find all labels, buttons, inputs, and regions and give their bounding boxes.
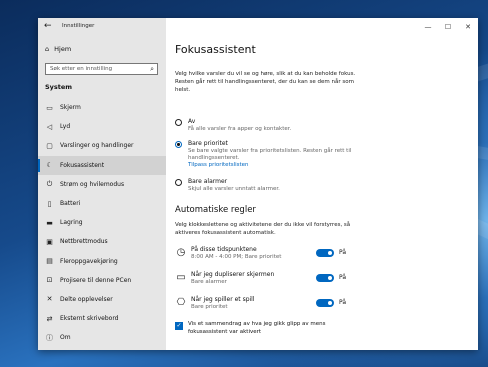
- rules-heading: Automatiske regler: [175, 205, 256, 215]
- toggle-state: På: [339, 274, 347, 281]
- sidebar-item-lagring[interactable]: ▬ Lagring: [38, 213, 166, 232]
- search-input[interactable]: Søk etter en innstilling ⌕: [45, 63, 158, 75]
- sidebar-item-projisere[interactable]: ⊡ Projisere til denne PCen: [38, 271, 166, 290]
- sidebar-item-label: Om: [60, 334, 71, 342]
- notification-icon: ▢: [46, 141, 53, 150]
- rule-subtitle: 8:00 AM - 4:00 PM; Bare prioritet: [191, 254, 282, 260]
- sidebar-item-eksternt[interactable]: ⇄ Eksternt skrivebord: [38, 309, 166, 328]
- search-placeholder: Søk etter en innstilling: [50, 66, 113, 72]
- rule-title: Når jeg spiller et spill: [191, 296, 255, 303]
- title-bar: ← Innstillinger: [38, 18, 166, 38]
- back-arrow-icon[interactable]: ←: [44, 21, 52, 31]
- radio-bare-alarmer[interactable]: Bare alarmer Skjul alle varsler unntatt …: [175, 178, 363, 193]
- sidebar-item-label: Delte opplevelser: [60, 295, 113, 303]
- summary-checkbox[interactable]: ✓: [175, 322, 183, 330]
- power-icon: ⏻: [46, 179, 53, 188]
- maximize-icon[interactable]: ☐: [438, 18, 458, 36]
- radio-title: Bare alarmer: [188, 178, 228, 185]
- monitor-icon: ▭: [46, 103, 53, 112]
- multitask-icon: ▤: [46, 257, 53, 266]
- sidebar-item-lyd[interactable]: ◁ Lyd: [38, 117, 166, 136]
- sidebar-item-om[interactable]: ⓘ Om: [38, 328, 166, 347]
- sidebar-item-label: Batteri: [60, 200, 81, 208]
- radio-description: Få alle varsler fra apper og kontakter.: [188, 126, 292, 132]
- app-title: Innstillinger: [62, 23, 95, 29]
- sidebar-item-label: Fokusassistent: [60, 161, 105, 169]
- summary-checkbox-label: Vis et sammendrag av hva jeg gikk glipp …: [188, 321, 326, 335]
- sidebar-item-fokusassistent[interactable]: ☾ Fokusassistent: [38, 155, 166, 175]
- rules-intro: Velg klokkeslettene og aktivitetene der …: [175, 222, 351, 236]
- share-icon: ✕: [46, 295, 53, 304]
- radio-button-selected[interactable]: [175, 141, 182, 148]
- sidebar-item-varslinger[interactable]: ▢ Varslinger og handlinger: [38, 136, 166, 155]
- sidebar-item-label: Eksternt skrivebord: [60, 315, 119, 323]
- summary-checkbox-row[interactable]: ✓ Vis et sammendrag av hva jeg gikk glip…: [175, 321, 358, 337]
- radio-button[interactable]: [175, 179, 182, 186]
- rule-title: På disse tidspunktene: [191, 246, 257, 253]
- sidebar-item-skjerm[interactable]: ▭ Skjerm: [38, 98, 166, 117]
- storage-icon: ▬: [46, 218, 53, 227]
- sidebar-item-label: Nettbrettmodus: [60, 238, 108, 246]
- project-icon: ⊡: [46, 276, 53, 285]
- main-content: — ☐ ✕ Fokusassistent Velg hvilke varsler…: [166, 18, 478, 350]
- rule-toggle[interactable]: [316, 274, 334, 282]
- sidebar-item-label: Fleroppgavekjøring: [60, 257, 118, 265]
- sidebar: ← Innstillinger ⌂ Hjem Søk etter en inns…: [38, 18, 166, 350]
- rule-subtitle: Bare prioritet: [191, 304, 228, 310]
- toggle-state: På: [339, 249, 347, 256]
- radio-bare-prioritet[interactable]: Bare prioritet Se bare valgte varsler fr…: [175, 140, 363, 170]
- sidebar-item-label: Strøm og hvilemodus: [60, 180, 125, 188]
- battery-icon: ▯: [47, 199, 52, 208]
- sidebar-item-fleroppgave[interactable]: ▤ Fleroppgavekjøring: [38, 252, 166, 271]
- toggle-state: På: [339, 299, 347, 306]
- gamepad-icon: ⎔: [176, 297, 186, 308]
- rule-time[interactable]: ◷ På disse tidspunktene 8:00 AM - 4:00 P…: [175, 246, 355, 268]
- remote-icon: ⇄: [46, 314, 53, 323]
- home-link[interactable]: ⌂ Hjem: [45, 43, 71, 55]
- radio-title: Bare prioritet: [188, 140, 228, 147]
- speaker-icon: ◁: [46, 122, 53, 131]
- sidebar-item-delte[interactable]: ✕ Delte opplevelser: [38, 290, 166, 309]
- radio-description: Skjul alle varsler unntatt alarmer.: [188, 186, 280, 192]
- page-title: Fokusassistent: [175, 43, 256, 56]
- rule-subtitle: Bare alarmer: [191, 279, 227, 285]
- settings-window: ← Innstillinger ⌂ Hjem Søk etter en inns…: [38, 18, 478, 350]
- sidebar-item-batteri[interactable]: ▯ Batteri: [38, 194, 166, 213]
- close-icon[interactable]: ✕: [458, 18, 478, 36]
- radio-description: Se bare valgte varsler fra prioritetslis…: [188, 148, 352, 162]
- radio-title: Av: [188, 118, 196, 125]
- tablet-icon: ▣: [46, 237, 53, 246]
- minimize-icon[interactable]: —: [418, 18, 438, 36]
- rule-toggle[interactable]: [316, 249, 334, 257]
- radio-av[interactable]: Av Få alle varsler fra apper og kontakte…: [175, 118, 363, 133]
- sidebar-item-strom[interactable]: ⏻ Strøm og hvilemodus: [38, 175, 166, 194]
- clock-icon: ◷: [176, 247, 186, 258]
- intro-text: Velg hvilke varsler du vil se og høre, s…: [175, 71, 356, 93]
- sidebar-nav: ▭ Skjerm ◁ Lyd ▢ Varslinger og handlinger ☾…: [38, 98, 166, 347]
- moon-icon: ☾: [46, 161, 53, 170]
- info-icon: ⓘ: [46, 333, 53, 342]
- radio-button[interactable]: [175, 119, 182, 126]
- rule-toggle[interactable]: [316, 299, 334, 307]
- priority-list-link[interactable]: Tilpass prioritetslisten: [188, 162, 363, 170]
- window-controls: — ☐ ✕: [418, 18, 478, 36]
- sidebar-item-label: Lyd: [60, 123, 71, 131]
- home-label: Hjem: [54, 45, 72, 53]
- home-icon: ⌂: [45, 45, 50, 53]
- sidebar-item-label: Skjerm: [60, 104, 81, 112]
- rule-duplicate[interactable]: ▭ Når jeg dupliserer skjermen Bare alarm…: [175, 271, 355, 293]
- search-icon[interactable]: ⌕: [150, 65, 154, 74]
- sidebar-item-label: Projisere til denne PCen: [60, 276, 132, 284]
- rule-title: Når jeg dupliserer skjermen: [191, 271, 275, 278]
- display-icon: ▭: [176, 272, 186, 283]
- sidebar-item-label: Varslinger og handlinger: [60, 142, 134, 150]
- sidebar-item-label: Lagring: [60, 219, 83, 227]
- section-heading: System: [45, 83, 73, 91]
- rule-game[interactable]: ⎔ Når jeg spiller et spill Bare priorite…: [175, 296, 355, 318]
- sidebar-item-nettbrett[interactable]: ▣ Nettbrettmodus: [38, 232, 166, 251]
